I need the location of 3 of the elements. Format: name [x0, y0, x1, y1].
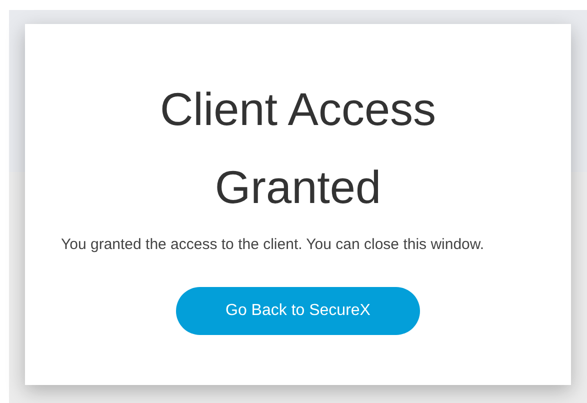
dialog-message: You granted the access to the client. You can close this window. [61, 235, 486, 255]
dialog-title: Client Access Granted [158, 82, 438, 215]
go-back-button[interactable]: Go Back to SecureX [176, 287, 420, 335]
